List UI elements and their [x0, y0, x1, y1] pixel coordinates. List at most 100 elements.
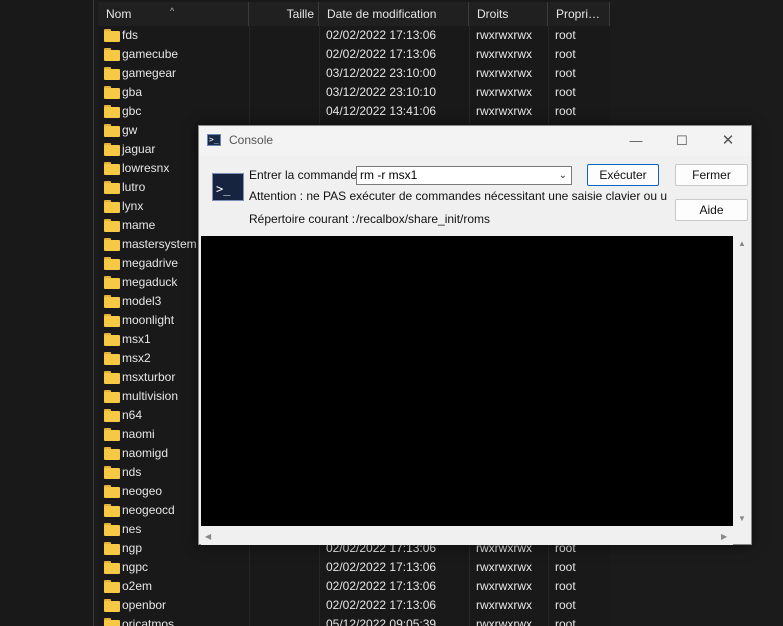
file-name: gamegear — [122, 66, 177, 80]
file-name: neogeo — [122, 484, 163, 498]
file-name: fds — [122, 28, 139, 42]
file-date: 02/02/2022 17:13:06 — [326, 28, 437, 42]
file-owner: root — [555, 598, 576, 612]
command-input-value: rm -r msx1 — [360, 168, 418, 182]
folder-icon — [104, 238, 120, 251]
file-rights: rwxrwxrwx — [476, 85, 532, 99]
folder-icon — [104, 67, 120, 80]
close-button[interactable]: Fermer — [675, 164, 748, 186]
file-date: 02/02/2022 17:13:06 — [326, 47, 437, 61]
folder-icon — [104, 618, 120, 626]
file-name: moonlight — [122, 313, 175, 327]
column-header-owner[interactable]: Propriétaire — [548, 2, 610, 26]
folder-icon — [104, 124, 120, 137]
current-dir-label: Répertoire courant : — [249, 212, 356, 226]
file-date: 03/12/2022 23:10:10 — [326, 85, 437, 99]
folder-icon — [104, 86, 120, 99]
file-name: megadrive — [122, 256, 179, 270]
file-name: naomigd — [122, 446, 169, 460]
scroll-right-icon[interactable]: ▶ — [721, 532, 727, 541]
folder-icon — [104, 48, 120, 61]
table-row[interactable]: gba 03/12/2022 23:10:10 rwxrwxrwx root — [98, 83, 610, 102]
table-row[interactable]: fds 02/02/2022 17:13:06 rwxrwxrwx root — [98, 26, 610, 45]
folder-icon — [104, 333, 120, 346]
file-owner: root — [555, 617, 576, 626]
file-name: megaduck — [122, 275, 178, 289]
maximize-icon: ☐ — [676, 133, 688, 148]
folder-icon — [104, 599, 120, 612]
column-header-label: Nom — [106, 7, 132, 21]
folder-icon — [104, 295, 120, 308]
maximize-button[interactable]: ☐ — [659, 126, 705, 156]
table-row[interactable]: ngpc 02/02/2022 17:13:06 rwxrwxrwx root — [98, 558, 610, 577]
file-owner: root — [555, 579, 576, 593]
minimize-icon: — — [629, 133, 643, 148]
table-row[interactable]: gamegear 03/12/2022 23:10:00 rwxrwxrwx root — [98, 64, 610, 83]
file-date: 02/02/2022 17:13:06 — [326, 598, 437, 612]
sort-ascending-icon: ^ — [170, 6, 175, 16]
file-name: n64 — [122, 408, 143, 422]
help-button[interactable]: Aide — [675, 199, 748, 221]
pane-splitter[interactable] — [93, 0, 94, 626]
vertical-scrollbar[interactable]: ▲ ▼ — [734, 236, 751, 526]
file-rights: rwxrwxrwx — [476, 47, 532, 61]
command-input[interactable]: rm -r msx1 ⌄ — [356, 166, 572, 185]
minimize-button[interactable]: — — [613, 126, 659, 156]
file-rights: rwxrwxrwx — [476, 66, 532, 80]
file-owner: root — [555, 66, 576, 80]
file-name: lynx — [122, 199, 144, 213]
chevron-down-icon[interactable]: ⌄ — [559, 167, 567, 184]
column-header-size[interactable]: Taille — [249, 2, 319, 26]
execute-button[interactable]: Exécuter — [587, 164, 659, 186]
file-owner: root — [555, 85, 576, 99]
console-output[interactable] — [201, 236, 733, 526]
scroll-down-icon[interactable]: ▼ — [738, 514, 746, 523]
column-header-label: Droits — [477, 7, 509, 21]
file-name: openbor — [122, 598, 167, 612]
file-name: jaguar — [122, 142, 156, 156]
horizontal-scrollbar[interactable]: ◀ ▶ — [201, 528, 733, 545]
column-header-rights[interactable]: Droits — [469, 2, 548, 26]
table-row[interactable]: openbor 02/02/2022 17:13:06 rwxrwxrwx root — [98, 596, 610, 615]
folder-icon — [104, 352, 120, 365]
file-name: o2em — [122, 579, 153, 593]
file-name: msxturbor — [122, 370, 176, 384]
folder-icon — [104, 181, 120, 194]
file-rights: rwxrwxrwx — [476, 579, 532, 593]
folder-icon — [104, 466, 120, 479]
folder-icon — [104, 257, 120, 270]
close-window-button[interactable]: ✕ — [705, 126, 751, 156]
file-name: multivision — [122, 389, 179, 403]
file-date: 04/12/2022 13:41:06 — [326, 104, 437, 118]
file-name: nds — [122, 465, 142, 479]
console-titlebar[interactable]: >_ Console — ☐ ✕ — [199, 126, 751, 156]
file-name: gba — [122, 85, 143, 99]
file-rights: rwxrwxrwx — [476, 617, 532, 626]
scroll-up-icon[interactable]: ▲ — [738, 239, 746, 248]
folder-icon — [104, 523, 120, 536]
table-row[interactable]: gamecube 02/02/2022 17:13:06 rwxrwxrwx root — [98, 45, 610, 64]
folder-icon — [104, 580, 120, 593]
file-rights: rwxrwxrwx — [476, 560, 532, 574]
file-list-header: Nom ^ Taille Date de modification Droits… — [98, 2, 610, 26]
folder-icon — [104, 29, 120, 42]
table-row[interactable]: oricatmos 05/12/2022 09:05:39 rwxrwxrwx roo… — [98, 615, 610, 626]
file-name: ngp — [122, 541, 143, 555]
scroll-left-icon[interactable]: ◀ — [205, 532, 211, 541]
file-name: lutro — [122, 180, 146, 194]
column-header-date[interactable]: Date de modification — [319, 2, 469, 26]
column-header-label: Date de modification — [327, 7, 437, 21]
table-row[interactable]: o2em 02/02/2022 17:13:06 rwxrwxrwx root — [98, 577, 610, 596]
table-row[interactable]: gbc 04/12/2022 13:41:06 rwxrwxrwx root — [98, 102, 610, 121]
folder-icon — [104, 105, 120, 118]
file-name: mastersystem — [122, 237, 197, 251]
folder-icon — [104, 542, 120, 555]
terminal-icon: >_ — [207, 134, 221, 146]
folder-icon — [104, 276, 120, 289]
file-owner: root — [555, 47, 576, 61]
file-owner: root — [555, 560, 576, 574]
column-header-name[interactable]: Nom ^ — [98, 2, 249, 26]
file-rights: rwxrwxrwx — [476, 104, 532, 118]
folder-icon — [104, 447, 120, 460]
folder-icon — [104, 485, 120, 498]
